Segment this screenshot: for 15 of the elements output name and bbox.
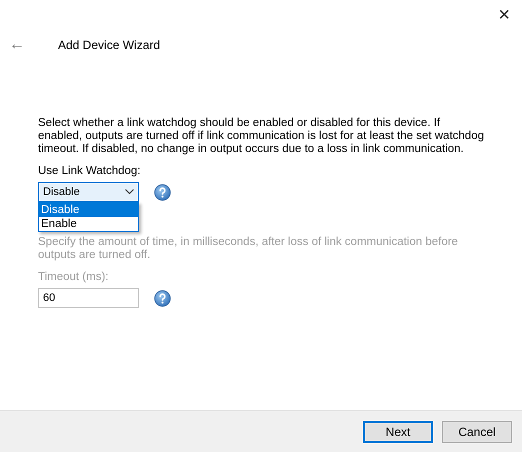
dropdown-option[interactable]: Disable (39, 203, 138, 217)
watchdog-dropdown[interactable]: Disable (38, 182, 139, 202)
help-icon[interactable] (154, 184, 171, 200)
help-icon[interactable] (154, 290, 171, 306)
cancel-button[interactable]: Cancel (442, 420, 512, 442)
timeout-description: Specify the amount of time, in milliseconds, after loss of link communication before outputs are turned off. (38, 236, 459, 262)
back-button[interactable]: ← (2, 33, 32, 57)
timeout-label: Timeout (ms): (38, 271, 110, 284)
description-text: Select whether a link watchdog should be enabled or disabled for this device. If enabled, outputs are turned off if link communication is lost for at least the set watchdog timeout. If disabled, no change in output occurs due to a loss in link communication. (38, 117, 484, 156)
next-button[interactable]: Next (363, 420, 433, 442)
chevron-icon (125, 189, 134, 195)
wizard-title: Add Device Wizard (58, 37, 160, 54)
close-button[interactable]: × (494, 5, 514, 25)
watchdog-label: Use Link Watchdog: (38, 165, 142, 178)
dropdown-option[interactable]: Enable (39, 217, 138, 231)
